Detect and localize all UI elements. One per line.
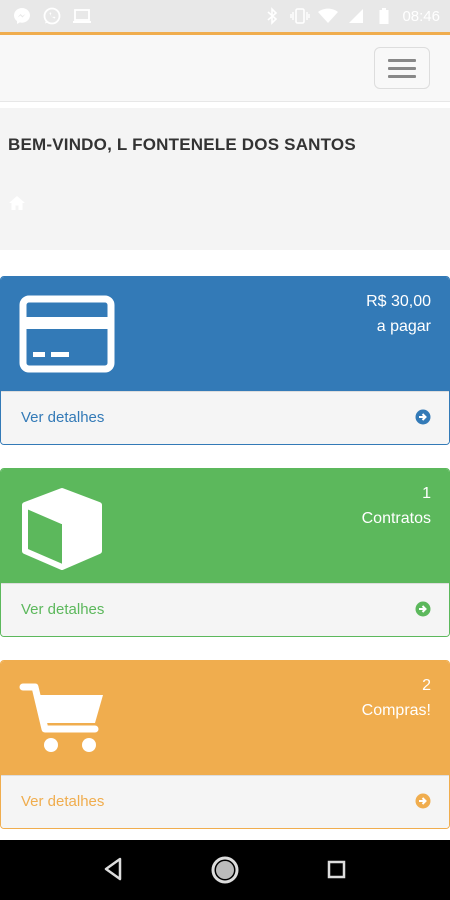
panel-footer-label: Ver detalhes	[21, 793, 105, 810]
home-icon[interactable]	[8, 194, 26, 217]
arrow-circle-right-icon	[415, 409, 431, 430]
status-time: 08:46	[402, 7, 440, 25]
cube-icon	[19, 487, 105, 576]
panel-footer-link[interactable]: Ver detalhes	[1, 775, 449, 828]
vibrate-icon	[290, 6, 311, 26]
home-circle-icon[interactable]	[210, 855, 240, 890]
panel-count: R$ 30,00	[366, 293, 431, 310]
recents-icon[interactable]	[327, 860, 347, 885]
arrow-circle-right-icon	[415, 793, 431, 814]
panel-heading: R$ 30,00 a pagar	[1, 277, 449, 391]
signal-icon	[346, 6, 366, 26]
status-bar: 08:46	[0, 0, 450, 32]
panel-heading: 2 Compras!	[1, 661, 449, 775]
panel-count: 2	[422, 677, 431, 694]
back-icon[interactable]	[100, 854, 126, 889]
panel-count: 1	[422, 485, 431, 502]
payment-panel: R$ 30,00 a pagar Ver detalhes	[0, 276, 450, 445]
bluetooth-icon	[262, 6, 282, 26]
whatsapp-icon	[42, 6, 62, 26]
panel-footer-label: Ver detalhes	[21, 409, 105, 426]
panel-subtitle: a pagar	[376, 318, 431, 335]
arrow-circle-right-icon	[415, 601, 431, 622]
battery-icon	[374, 6, 394, 26]
contracts-panel: 1 Contratos Ver detalhes	[0, 468, 450, 637]
panel-subtitle: Contratos	[361, 510, 431, 527]
welcome-section: BEM-VINDO, L FONTENELE DOS SANTOS	[0, 108, 450, 250]
panel-footer-label: Ver detalhes	[21, 601, 105, 618]
panel-heading: 1 Contratos	[1, 469, 449, 583]
top-navbar	[0, 35, 450, 102]
hamburger-icon-bar	[388, 74, 416, 78]
laptop-icon	[72, 6, 92, 26]
purchases-panel: 2 Compras! Ver detalhes	[0, 660, 450, 829]
hamburger-icon-bar	[388, 58, 416, 62]
welcome-title: BEM-VINDO, L FONTENELE DOS SANTOS	[8, 135, 356, 154]
panel-footer-link[interactable]: Ver detalhes	[1, 391, 449, 444]
shopping-cart-icon	[19, 679, 109, 762]
system-navigation-bar	[0, 840, 450, 900]
messenger-icon	[12, 6, 32, 26]
panel-subtitle: Compras!	[361, 702, 431, 719]
credit-card-icon	[19, 295, 115, 378]
panel-footer-link[interactable]: Ver detalhes	[1, 583, 449, 636]
hamburger-icon-bar	[388, 66, 416, 70]
hamburger-menu-button[interactable]	[374, 47, 430, 89]
wifi-icon	[318, 6, 339, 26]
